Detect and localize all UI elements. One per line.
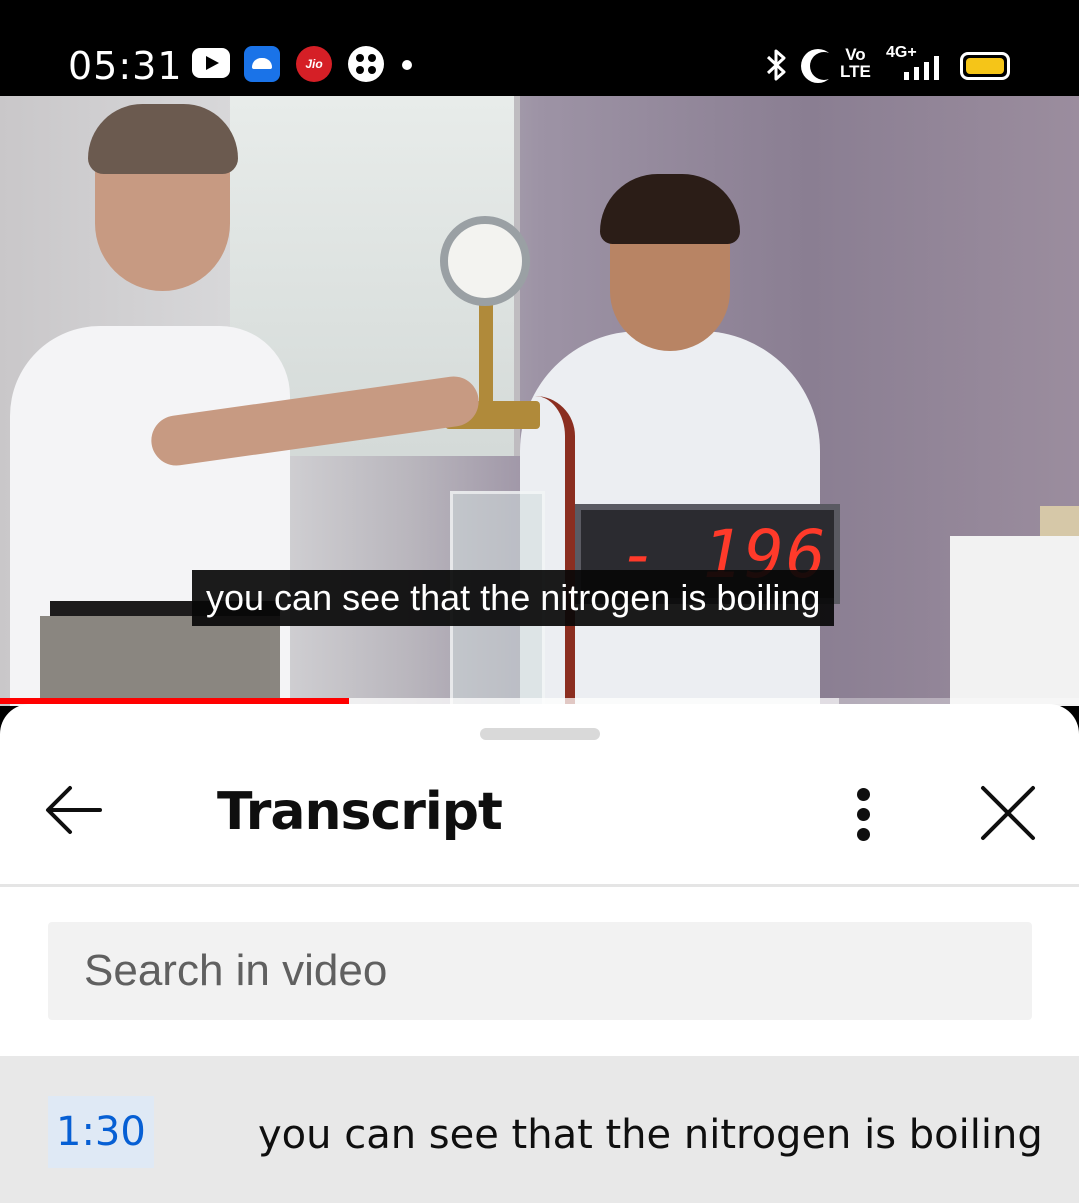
more-options-button[interactable]	[840, 782, 888, 844]
status-time: 05:31	[68, 44, 183, 88]
video-scene-hair-right	[600, 174, 740, 244]
close-icon	[981, 786, 1035, 840]
transcript-segment[interactable]: 1:30 you can see that the nitrogen is bo…	[0, 1056, 1079, 1203]
video-scene-gauge-stem	[479, 304, 493, 414]
volte-indicator: Vo LTE	[840, 46, 871, 80]
segment-timestamp[interactable]: 1:30	[48, 1096, 154, 1168]
youtube-icon	[192, 48, 230, 78]
signal-icon	[900, 56, 942, 80]
moon-icon	[810, 52, 838, 80]
bluetooth-icon	[762, 48, 790, 87]
video-scene-hose	[535, 396, 575, 706]
segment-text: you can see that the nitrogen is boiling	[258, 1112, 1043, 1158]
battery-icon	[960, 52, 1010, 80]
video-scene-hair-left	[88, 104, 238, 174]
transcript-panel: Transcript 1:30 you can see that the nit…	[0, 704, 1079, 1203]
status-bar: 05:31 Jio Vo LTE 4G+	[0, 0, 1079, 96]
drag-handle[interactable]	[480, 728, 600, 740]
video-scene-counter	[950, 536, 1079, 706]
jio-icon: Jio	[296, 46, 332, 82]
header-divider	[0, 884, 1079, 887]
close-button[interactable]	[975, 780, 1041, 846]
back-button[interactable]	[40, 780, 108, 840]
volte-top: Vo	[845, 45, 866, 64]
arrow-left-icon	[46, 786, 102, 834]
fan-icon	[348, 46, 384, 82]
volte-bottom: LTE	[840, 62, 871, 81]
video-scene-pants	[40, 616, 280, 706]
video-player[interactable]: - 196 you can see that the nitrogen is b…	[0, 96, 1079, 706]
search-input[interactable]	[48, 922, 1032, 1020]
video-caption: you can see that the nitrogen is boiling	[192, 570, 835, 626]
android-icon	[244, 46, 280, 82]
panel-title: Transcript	[217, 782, 503, 842]
video-scene-pressure-gauge	[440, 216, 530, 306]
dot-icon	[402, 60, 412, 70]
